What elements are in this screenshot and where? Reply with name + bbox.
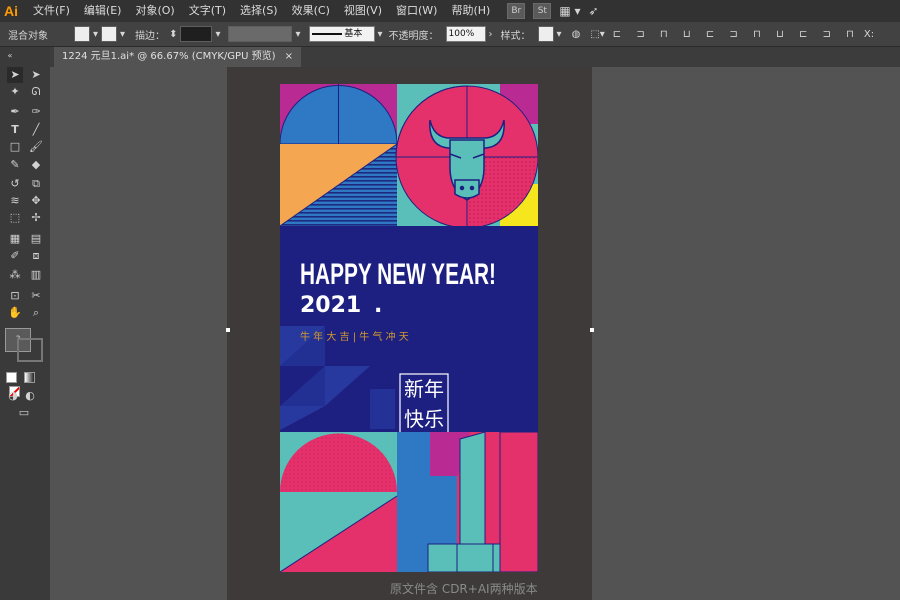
app-logo: Ai <box>4 3 18 19</box>
stroke-label: 描边： <box>135 30 166 42</box>
stroke-swatch-large[interactable] <box>17 338 43 362</box>
poster-artwork: HAPPY NEW YEAR! 2021 . 牛 年 大 吉 | 牛 气 冲 天… <box>279 84 539 573</box>
gradient-swatch-icon[interactable] <box>23 372 35 383</box>
rectangle-icon[interactable]: □ <box>7 139 23 155</box>
graphic-style-swatch[interactable] <box>537 26 554 42</box>
symbol-sprayer-icon[interactable]: ⁂ <box>7 267 23 283</box>
document-tab-bar: 1224 元旦1.ai* @ 66.67% (CMYK/GPU 预览) × <box>50 47 900 67</box>
brush-profile-label: 基本 <box>344 29 363 39</box>
width-icon[interactable]: ✥ <box>28 193 44 209</box>
menu-edit[interactable]: 编辑(E) <box>77 0 129 22</box>
fill-swatch[interactable] <box>74 26 90 42</box>
workspace-grid-icon[interactable]: ▦ ▾ <box>559 4 580 18</box>
stroke-swatch[interactable] <box>101 26 118 42</box>
menu-select[interactable]: 选择(S) <box>233 0 285 22</box>
hand-icon[interactable]: ✋ <box>7 305 23 321</box>
menu-effect[interactable]: 效果(C) <box>285 0 337 22</box>
artboard-poster[interactable]: HAPPY NEW YEAR! 2021 . 牛 年 大 吉 | 牛 气 冲 天… <box>279 84 539 573</box>
graph-icon[interactable]: ▥ <box>28 267 44 283</box>
x-coordinate-label: X: <box>863 28 875 40</box>
stock-icon[interactable]: St <box>533 3 552 19</box>
slice-icon[interactable]: ✂ <box>28 288 44 304</box>
selection-handle-right[interactable] <box>590 328 594 332</box>
blend-icon[interactable]: ⧈ <box>28 248 44 264</box>
stamp-line2: 快乐 <box>404 407 444 431</box>
fill-stroke-widget[interactable]: ? <box>5 328 43 362</box>
mesh-icon[interactable]: ▦ <box>7 231 23 247</box>
stroke-weight-stepper[interactable]: ⬍ <box>169 29 177 40</box>
direct-selection-icon[interactable]: ➤ <box>28 67 44 83</box>
chevron-down-icon[interactable]: ▾ <box>120 29 125 40</box>
artboard-icon[interactable]: ⊡ <box>7 288 23 304</box>
year-dot-text: . <box>374 293 382 318</box>
align-selection-icon[interactable]: ⬚▾ <box>590 29 604 40</box>
footer-note-text: 原文件含 CDR+AI两种版本 <box>390 582 538 596</box>
warp-icon[interactable]: ≋ <box>7 193 23 209</box>
chevron-right-icon[interactable]: › <box>489 29 493 40</box>
menu-help[interactable]: 帮助(H) <box>444 0 497 22</box>
gradient-icon[interactable]: ▤ <box>28 231 44 247</box>
scale-icon[interactable]: ⧉ <box>28 176 44 192</box>
stamp-line1: 新年 <box>404 377 444 401</box>
chevron-down-icon[interactable]: ▾ <box>93 29 98 40</box>
panel-collapse-icon[interactable]: « <box>2 48 18 64</box>
magic-wand-icon[interactable]: ✦ <box>7 84 23 100</box>
paintbrush-icon[interactable]: 🖌 <box>28 139 44 155</box>
draw-mode-icon[interactable]: ◑ <box>5 388 21 404</box>
menu-bar: Ai 文件(F) 编辑(E) 对象(O) 文字(T) 选择(S) 效果(C) 视… <box>0 0 900 22</box>
draw-behind-icon[interactable]: ◐ <box>22 388 38 404</box>
menu-file[interactable]: 文件(F) <box>26 0 77 22</box>
chevron-down-icon[interactable]: ▾ <box>378 29 383 40</box>
bridge-icon[interactable]: Br <box>507 3 526 19</box>
headline-text: HAPPY NEW YEAR! <box>300 258 496 291</box>
style-label: 样式： <box>500 30 531 42</box>
control-bar: 混合对象 ▾ ▾ 描边： ⬍ ▾ ▾ 基本 ▾ 不透明度： 100% › 样式：… <box>0 22 900 47</box>
menu-right-icons: Br St ▦ ▾ ➶ <box>507 3 599 19</box>
chevron-down-icon[interactable]: ▾ <box>295 29 300 40</box>
free-transform-icon[interactable]: ⬚ <box>7 210 23 226</box>
menu-view[interactable]: 视图(V) <box>337 0 389 22</box>
selection-tool-icon[interactable]: ➤ <box>7 67 23 83</box>
curvature-icon[interactable]: ✑ <box>28 104 44 120</box>
variable-width-profile[interactable] <box>228 26 293 42</box>
menu-type[interactable]: 文字(T) <box>182 0 233 22</box>
shaper-icon[interactable]: ✎ <box>7 157 23 173</box>
brush-profile-select[interactable]: 基本 <box>308 26 375 42</box>
document-tab[interactable]: 1224 元旦1.ai* @ 66.67% (CMYK/GPU 预览) × <box>54 47 302 67</box>
close-icon[interactable]: × <box>285 51 293 62</box>
chevron-down-icon[interactable]: ▾ <box>215 29 220 40</box>
rotate-icon[interactable]: ↺ <box>7 176 23 192</box>
mix-object-label: 混合对象 <box>8 30 48 42</box>
opacity-label: 不透明度： <box>388 30 439 42</box>
pen-icon[interactable]: ✒ <box>7 104 23 120</box>
chinese-phrase-text: 牛 年 大 吉 | 牛 气 冲 天 <box>300 330 409 343</box>
eraser-icon[interactable]: ◆ <box>28 157 44 173</box>
type-icon[interactable]: T <box>7 122 23 138</box>
align-icons-group[interactable]: ⊏ ⊐ ⊓ ⊔ ⊏ ⊐ ⊓ ⊔ ⊏ ⊐ ⊓ <box>613 29 860 40</box>
gpu-rocket-icon[interactable]: ➶ <box>589 4 599 18</box>
zoom-icon[interactable]: ⌕ <box>28 305 44 321</box>
opacity-field[interactable]: 100% <box>445 26 486 42</box>
line-icon[interactable]: ╱ <box>28 122 44 138</box>
chevron-down-icon[interactable]: ▾ <box>557 29 562 40</box>
screen-mode-icon[interactable]: ▭ <box>16 405 32 421</box>
recolor-artwork-icon[interactable]: ◍ <box>572 29 581 40</box>
document-tab-title: 1224 元旦1.ai* @ 66.67% (CMYK/GPU 预览) <box>62 51 276 62</box>
eyedropper-icon[interactable]: ✐ <box>7 248 23 264</box>
year-text: 2021 <box>300 293 361 318</box>
puppet-warp-icon[interactable]: ✢ <box>28 210 44 226</box>
lasso-icon[interactable]: ᘏ <box>28 84 44 100</box>
tools-panel: « ➤ ➤ ✦ ᘏ ✒ ✑ T ╱ □ 🖌 ✎ ◆ ↺ ⧉ ≋ ✥ ⬚ ✢ ▦ … <box>0 47 51 600</box>
color-icon[interactable] <box>6 372 17 383</box>
menu-object[interactable]: 对象(O) <box>128 0 181 22</box>
selection-handle-left[interactable] <box>226 328 230 332</box>
stroke-weight-field[interactable] <box>180 26 213 42</box>
menu-window[interactable]: 窗口(W) <box>389 0 444 22</box>
